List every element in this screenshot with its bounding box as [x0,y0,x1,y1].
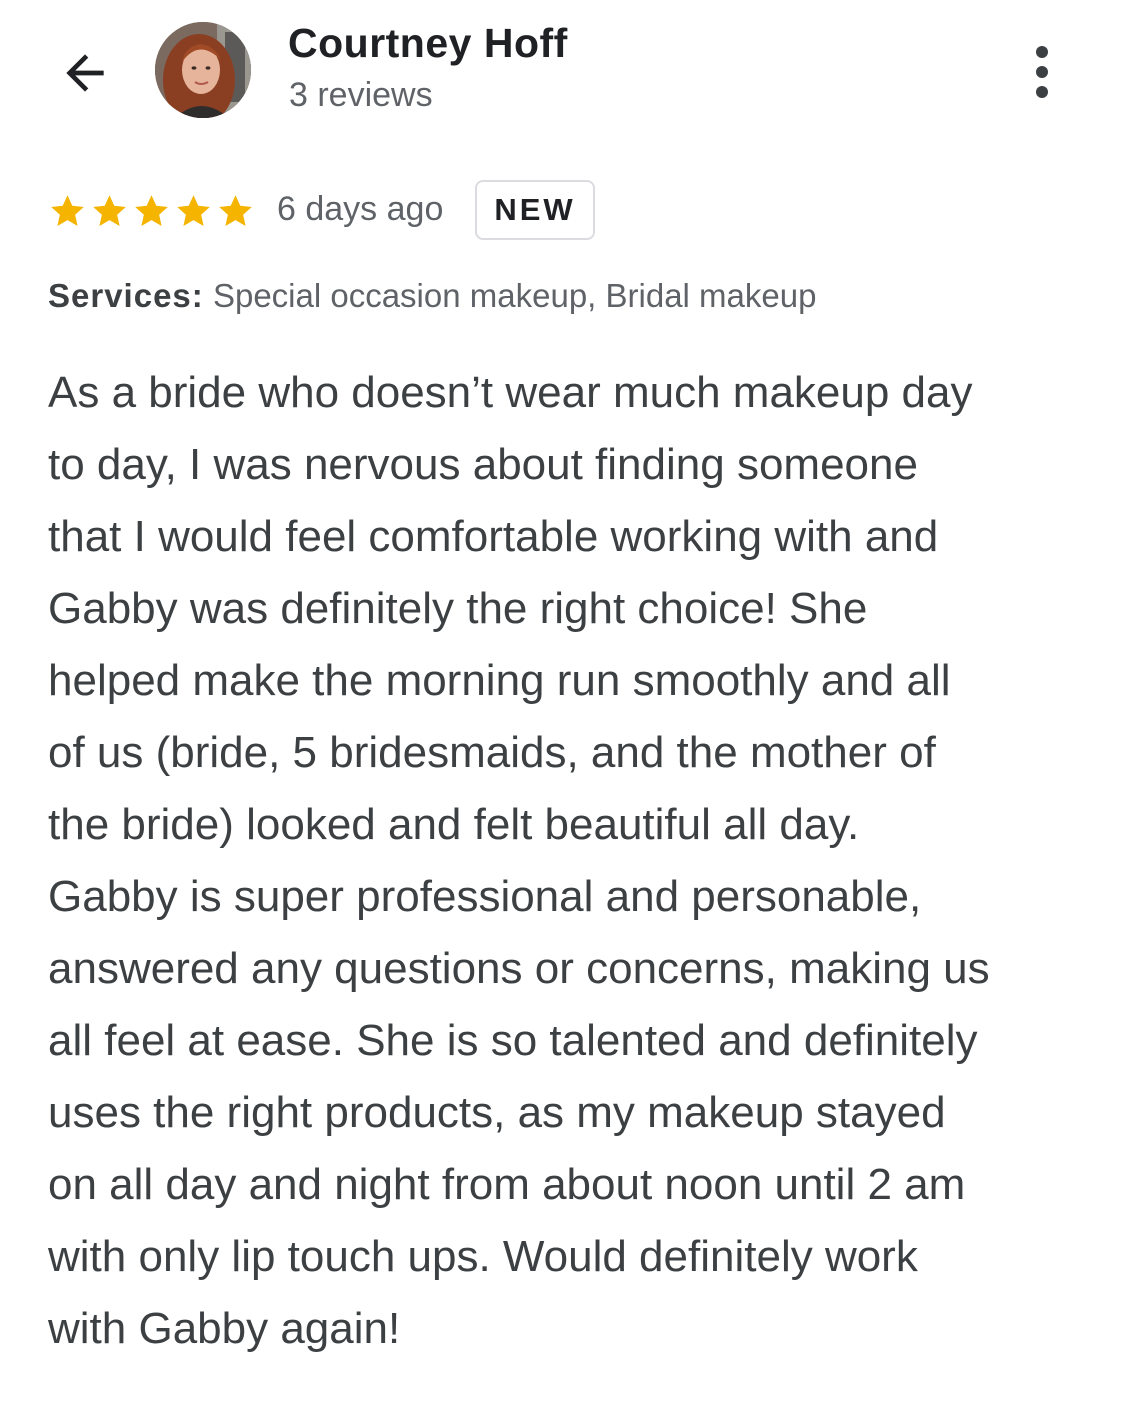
review-text-line: answered any questions or concerns, maki… [48,944,990,993]
review-text-line: with Gabby again! [48,1304,401,1353]
review-text: As a bride who doesn’t wear much makeup … [48,357,1088,1365]
back-button[interactable] [50,38,120,108]
review-text-line: the bride) looked and felt beautiful all… [48,800,860,849]
more-options-button[interactable] [1015,40,1069,104]
reviewer-name[interactable]: Courtney Hoff [288,20,568,67]
review-text-line: on all day and night from about noon unt… [48,1160,966,1209]
review-text-line: to day, I was nervous about finding some… [48,440,918,489]
review-time: 6 days ago [277,190,444,228]
review-text-line: with only lip touch ups. Would definitel… [48,1232,918,1281]
services-line: Services: Special occasion makeup, Brida… [48,277,816,315]
star-rating [48,192,255,232]
arrow-back-icon [66,54,104,92]
services-label: Services: [48,277,204,314]
review-text-line: uses the right products, as my makeup st… [48,1088,946,1137]
avatar-photo [155,22,251,118]
review-count[interactable]: 3 reviews [289,76,433,115]
review-text-line: of us (bride, 5 bridesmaids, and the mot… [48,728,936,777]
services-value: Special occasion makeup, Bridal makeup [212,277,817,314]
review-text-line: As a bride who doesn’t wear much makeup … [48,368,973,417]
rating-row: 6 days ago NEW [48,180,1078,244]
avatar[interactable] [155,22,251,118]
star-icon [135,195,168,226]
more-vertical-icon [1036,46,1048,98]
star-icon [51,195,84,226]
star-icon [93,195,126,226]
review-text-line: Gabby was definitely the right choice! S… [48,584,868,633]
review-text-line: Gabby is super professional and personab… [48,872,922,921]
review-text-line: all feel at ease. She is so talented and… [48,1016,978,1065]
new-badge: NEW [475,180,595,240]
star-icon [219,195,252,226]
review-text-line: helped make the morning run smoothly and… [48,656,951,705]
star-icon [177,195,210,226]
review-text-line: that I would feel comfortable working wi… [48,512,939,561]
review-header: Courtney Hoff 3 reviews [0,0,1125,150]
